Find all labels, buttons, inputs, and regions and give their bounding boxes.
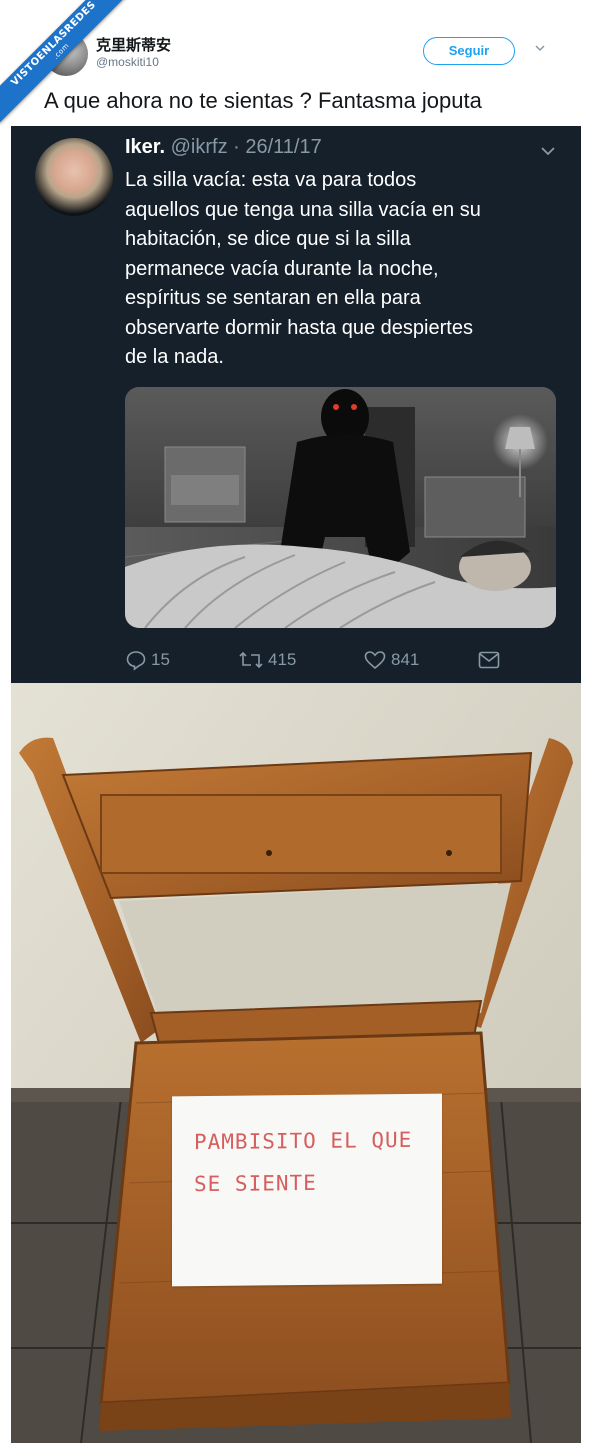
quoted-tweet-card: Iker. @ikrfz · 26/11/17 La silla vacía: … xyxy=(11,126,581,683)
like-count: 841 xyxy=(391,650,420,669)
quoted-date[interactable]: · 26/11/17 xyxy=(233,136,322,158)
horror-illustration xyxy=(125,387,556,628)
retweet-count: 415 xyxy=(268,650,297,669)
page: VISTOENLASREDES .com 克里斯蒂安 @moskiti10 Se… xyxy=(0,0,591,1453)
chair-illustration xyxy=(11,683,581,1443)
paper-note: PAMBISITO EL QUE SE SIENTE xyxy=(172,1093,442,1287)
note-line-1: PAMBISITO EL QUE xyxy=(194,1127,413,1155)
chevron-down-icon[interactable] xyxy=(540,143,556,159)
quoted-author-name[interactable]: Iker. xyxy=(125,136,165,158)
direct-message-action[interactable] xyxy=(477,648,505,672)
quoted-avatar[interactable] xyxy=(35,138,113,216)
watermark-ribbon: VISTOENLASREDES .com xyxy=(0,0,130,130)
quoted-text-line: espíritus se sentaran en ella para xyxy=(125,287,421,309)
note-line-2: SE SIENTE xyxy=(194,1170,317,1197)
chevron-down-icon[interactable] xyxy=(534,42,546,54)
reply-action[interactable]: 15 xyxy=(125,648,170,672)
quoted-tweet-image[interactable] xyxy=(125,387,556,628)
watermark-label: VISTOENLASREDES xyxy=(9,0,99,89)
quoted-text-line: permanece vacía durante la noche, xyxy=(125,257,439,280)
quoted-text-line: aquellos que tenga una silla vacía en su xyxy=(125,198,481,221)
reply-icon xyxy=(126,651,146,671)
tweet-actions: 15 415 841 xyxy=(125,648,565,672)
like-icon xyxy=(364,651,386,670)
direct-message-icon xyxy=(478,651,500,669)
reply-count: 15 xyxy=(151,650,170,669)
retweet-icon xyxy=(239,651,263,669)
chair-photo[interactable]: PAMBISITO EL QUE SE SIENTE xyxy=(11,683,581,1443)
quoted-text-line: habitación, se dice que si la silla xyxy=(125,228,411,250)
retweet-action[interactable]: 415 xyxy=(238,648,296,672)
watermark-text: VISTOENLASREDES .com xyxy=(0,0,130,124)
quoted-tweet-text: La silla vacía: esta va para todos aquel… xyxy=(125,166,565,373)
follow-button[interactable]: Seguir xyxy=(423,37,515,65)
quoted-author-handle[interactable]: @ikrfz xyxy=(171,136,228,158)
quoted-tweet-meta: Iker. @ikrfz · 26/11/17 xyxy=(125,136,322,159)
quoted-text-line: La silla vacía: esta va para todos xyxy=(125,169,417,191)
quoted-text-line: observarte dormir hasta que despiertes xyxy=(125,316,473,339)
like-action[interactable]: 841 xyxy=(363,648,419,672)
quoted-text-line: de la nada. xyxy=(125,346,224,368)
watermark-sub: .com xyxy=(51,41,71,61)
